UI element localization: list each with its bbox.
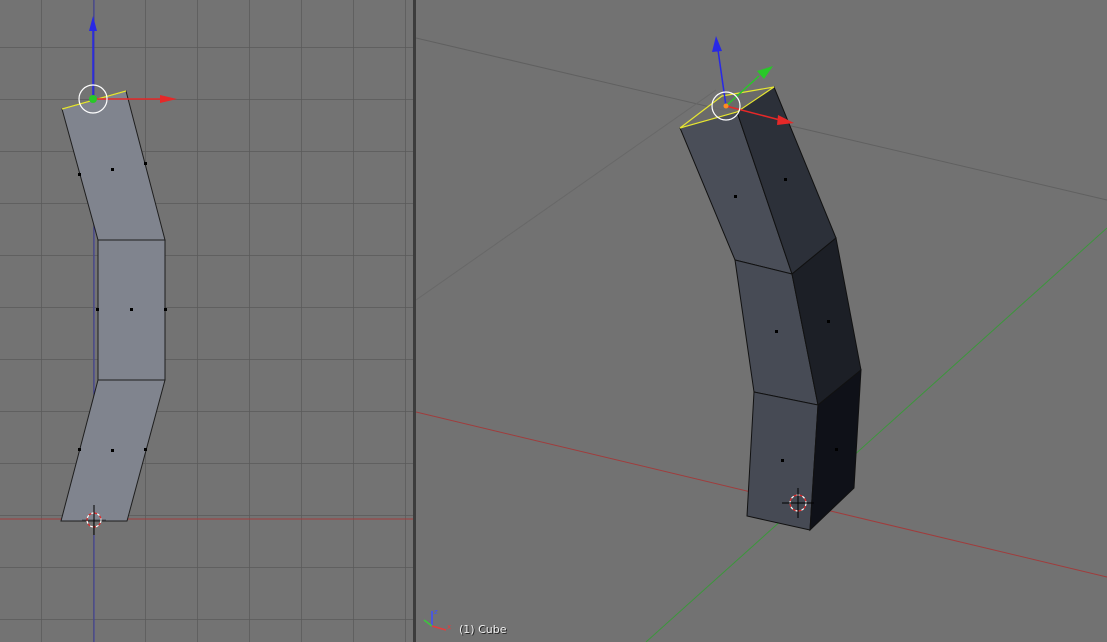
z-arrow-head[interactable]: [89, 16, 97, 31]
gizmo-z-letter: z: [434, 608, 438, 616]
y-axis-line: [645, 227, 1107, 642]
bent-column-mesh-3d[interactable]: [679, 86, 862, 532]
xyz-axis-icon: z x: [423, 608, 451, 631]
floor-grid-line: [416, 89, 717, 301]
gizmo-y-line: [423, 619, 433, 627]
active-object-label: (1) Cube: [459, 623, 507, 636]
viewport-perspective-canvas[interactable]: [416, 0, 1107, 642]
mesh-segment-top[interactable]: [61, 90, 166, 241]
face-dot: [144, 448, 147, 451]
x-arrow-head[interactable]: [160, 95, 177, 103]
face-dot: [96, 308, 99, 311]
gizmo-x-line: [431, 625, 447, 631]
viewport-front-ortho[interactable]: [0, 0, 413, 642]
manipulator-center[interactable]: [89, 95, 97, 103]
viewport-front-canvas[interactable]: [0, 0, 413, 642]
face-dot: [835, 448, 838, 451]
viewport-perspective[interactable]: z x (1) Cube: [416, 0, 1107, 642]
face-dot: [784, 178, 787, 181]
face-dot: [734, 195, 737, 198]
face-dot: [144, 162, 147, 165]
manipulator-center[interactable]: [723, 103, 729, 109]
face-dot: [775, 330, 778, 333]
face-dot: [781, 459, 784, 462]
face-dot: [164, 308, 167, 311]
y-arrow-head[interactable]: [757, 66, 773, 79]
z-arrow-head[interactable]: [712, 36, 722, 52]
face-dot: [827, 320, 830, 323]
blender-window: z x (1) Cube: [0, 0, 1107, 642]
face-dot: [130, 308, 133, 311]
face-dot: [111, 449, 114, 452]
gizmo-x-letter: x: [447, 623, 451, 631]
translate-arrows-icon[interactable]: [78, 16, 177, 114]
face-dot: [111, 168, 114, 171]
face-dot: [78, 173, 81, 176]
face-dot: [78, 448, 81, 451]
bent-column-mesh[interactable]: [60, 90, 167, 522]
